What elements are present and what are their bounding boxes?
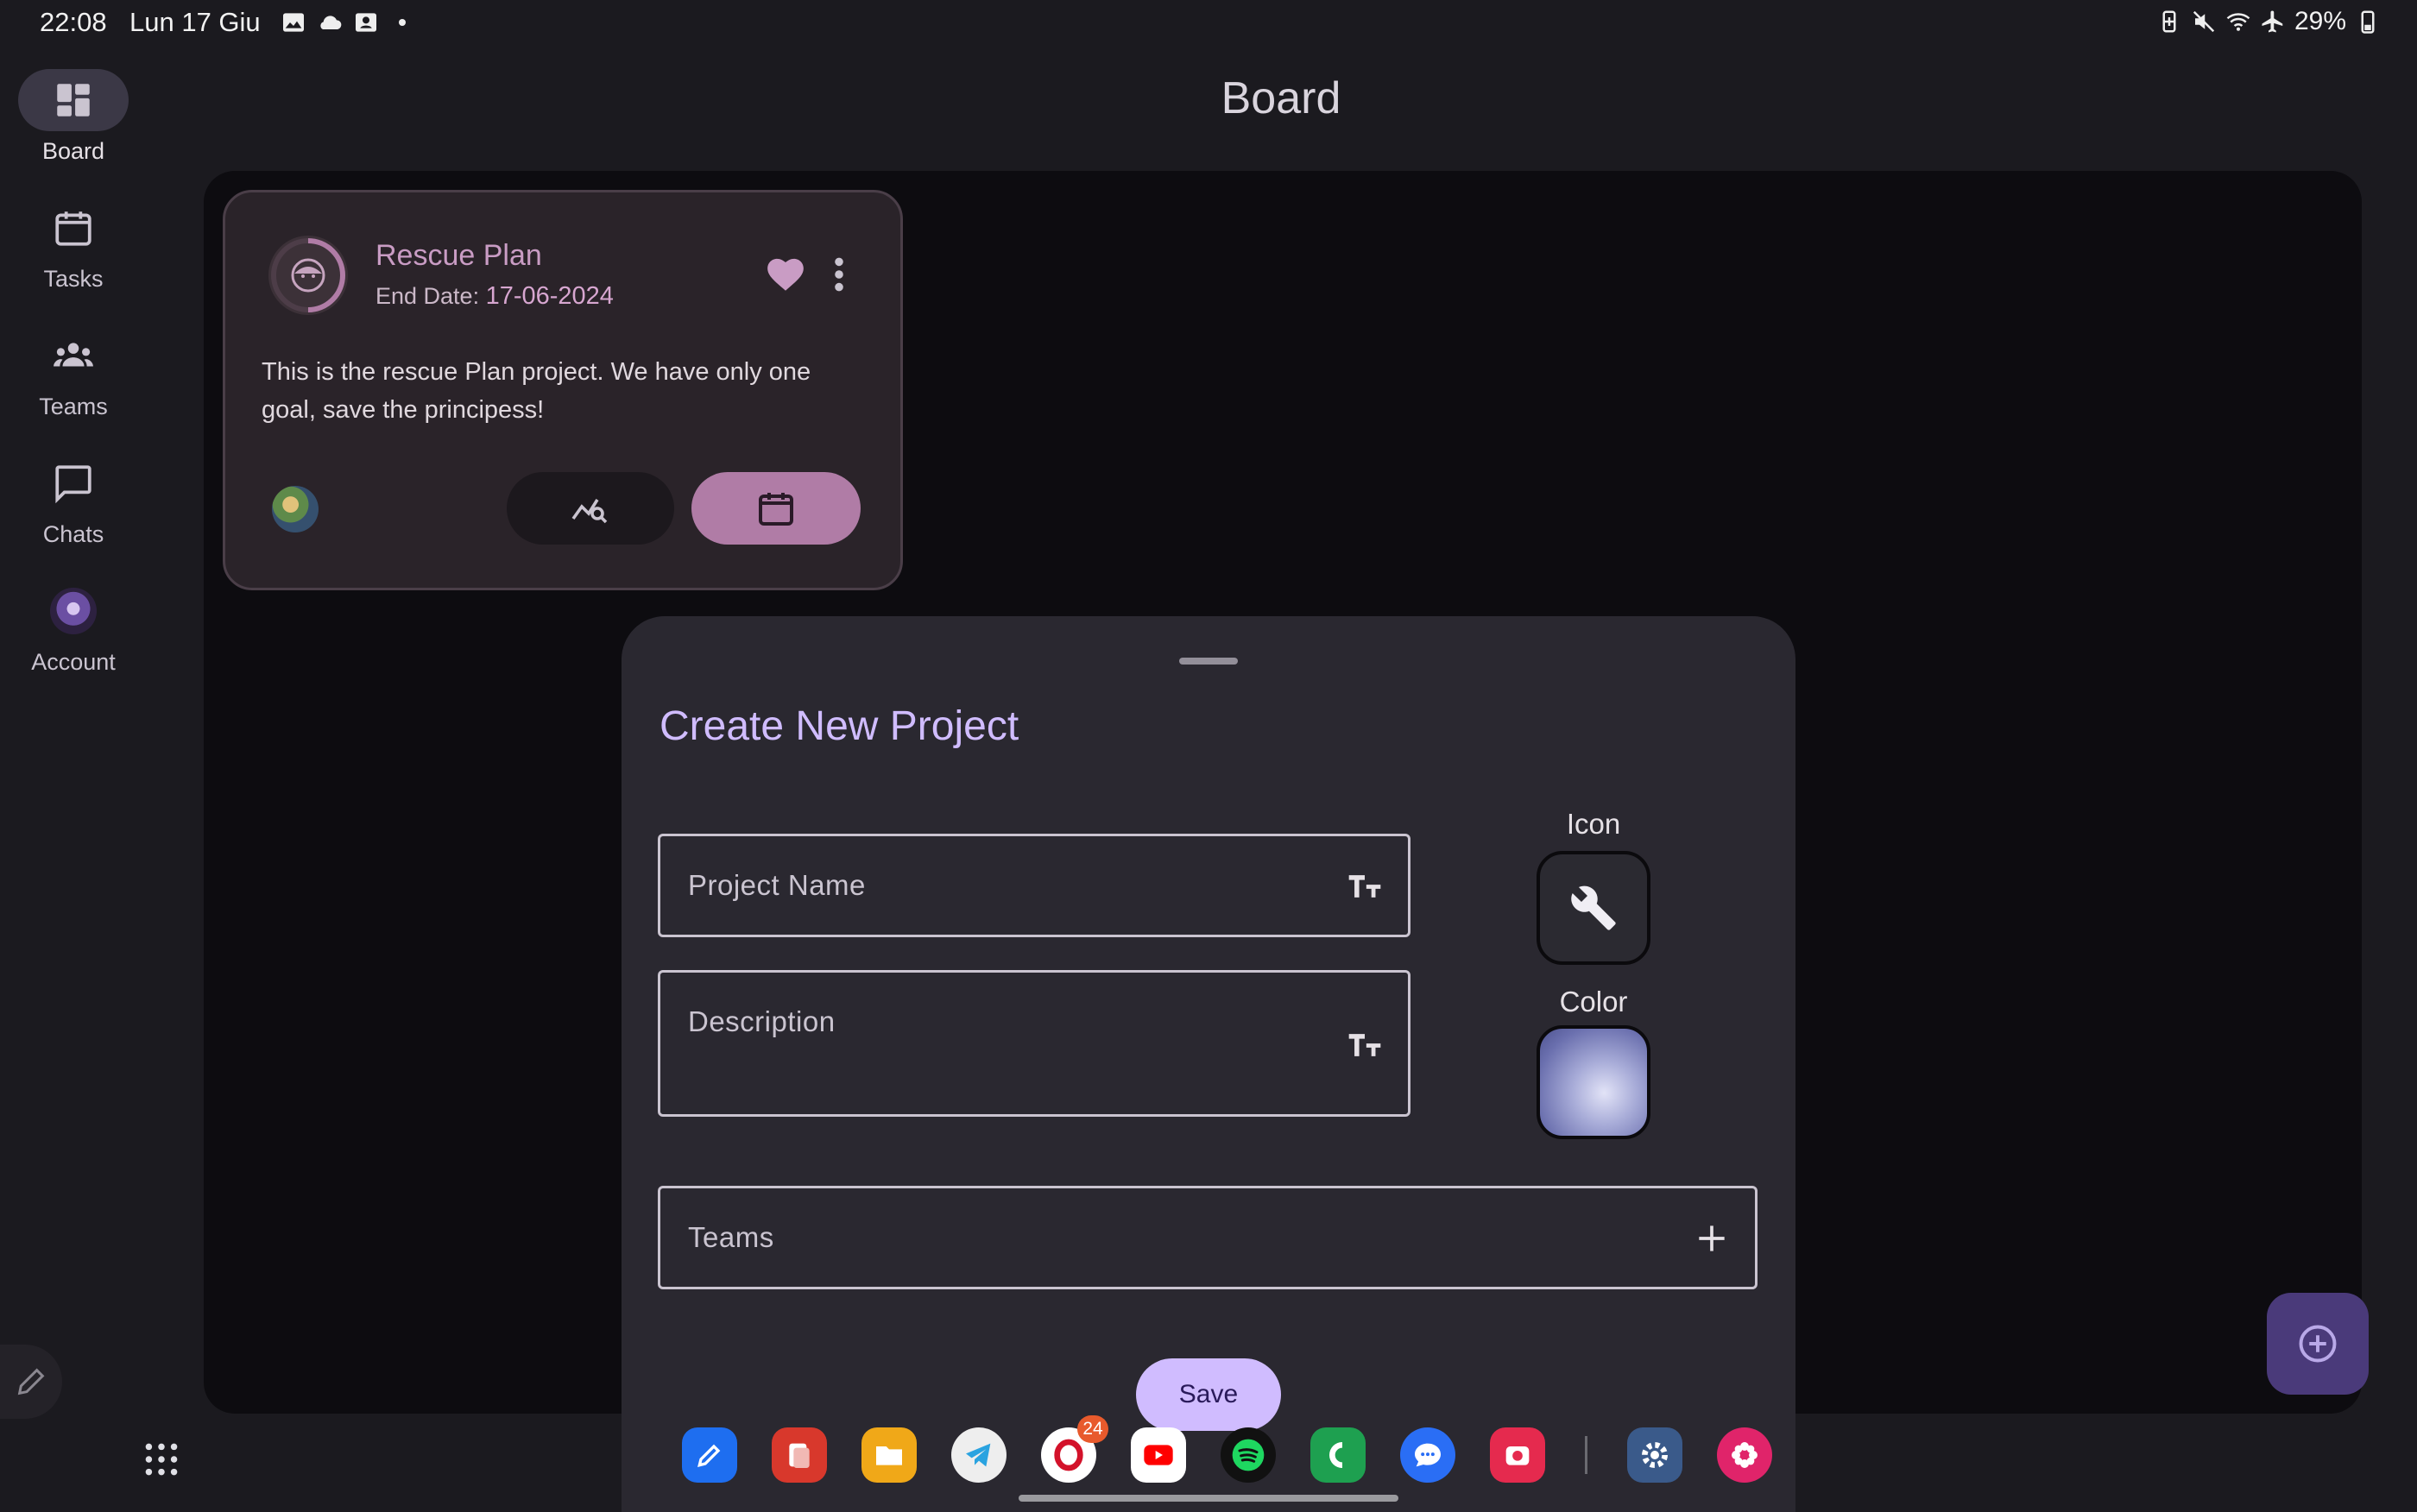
groups-icon xyxy=(54,343,93,367)
description-label: Description xyxy=(688,1005,836,1037)
spotify-icon xyxy=(1232,1439,1265,1471)
drag-handle[interactable] xyxy=(1179,658,1238,665)
calendar-icon xyxy=(55,211,92,246)
folder-icon xyxy=(876,1446,902,1465)
avatar xyxy=(50,588,97,634)
telegram-app-icon[interactable] xyxy=(951,1427,1007,1483)
camera-app-icon[interactable] xyxy=(1490,1427,1545,1483)
chat-bubble-icon xyxy=(1415,1443,1441,1467)
rail-label: Account xyxy=(31,649,116,675)
text-fields-icon xyxy=(1348,1034,1381,1056)
icon-picker-button[interactable] xyxy=(1537,851,1650,965)
rail-pill xyxy=(18,580,129,642)
system-icons: 29% xyxy=(2156,7,2381,36)
home-indicator[interactable] xyxy=(1019,1495,1398,1502)
rail-item-teams[interactable]: Teams xyxy=(0,324,147,420)
notification-icons xyxy=(280,9,416,36)
notification-badge: 24 xyxy=(1077,1415,1108,1443)
paper-plane-icon xyxy=(966,1443,991,1467)
wrench-icon xyxy=(1571,885,1616,930)
rail-label: Tasks xyxy=(43,266,104,292)
phone-icon xyxy=(1328,1442,1342,1468)
battery-percent: 29% xyxy=(2294,7,2346,35)
save-button[interactable]: Save xyxy=(1136,1358,1281,1431)
project-description: This is the rescue Plan project. We have… xyxy=(262,358,811,424)
end-date-value: 17-06-2024 xyxy=(485,282,614,310)
rail-label: Board xyxy=(41,138,105,164)
rail-label: Teams xyxy=(39,394,108,419)
chat-icon xyxy=(55,465,92,504)
analytics-button[interactable] xyxy=(507,472,674,545)
project-name-label: Project Name xyxy=(688,869,866,901)
member-avatar[interactable] xyxy=(272,486,319,532)
rail-pill xyxy=(18,197,129,259)
add-circle-icon xyxy=(2299,1325,2337,1363)
project-card[interactable]: Rescue Plan End Date: 17-06-2024 This is… xyxy=(223,190,903,590)
play-icon xyxy=(1144,1445,1173,1465)
contacts-icon xyxy=(356,13,376,32)
text-fields-icon xyxy=(1348,875,1381,898)
rail-label: Chats xyxy=(42,521,104,547)
more-vert-icon[interactable] xyxy=(830,253,849,296)
description-field[interactable]: Description xyxy=(658,970,1410,1117)
teams-label: Teams xyxy=(688,1221,774,1253)
heart-icon[interactable] xyxy=(764,253,807,296)
query-stats-icon xyxy=(571,499,608,524)
battery-saver-icon xyxy=(2162,10,2176,33)
messages-app-icon[interactable] xyxy=(1400,1427,1455,1483)
files-app-icon[interactable] xyxy=(861,1427,917,1483)
mute-icon xyxy=(2193,10,2215,33)
opera-icon xyxy=(1054,1439,1083,1471)
flashcards-app-icon[interactable] xyxy=(772,1427,827,1483)
calendar-icon xyxy=(759,493,793,526)
app-dock: 24 xyxy=(682,1415,1772,1483)
opera-app-icon[interactable]: 24 xyxy=(1041,1415,1108,1483)
notes-app-icon[interactable] xyxy=(682,1427,737,1483)
gear-icon xyxy=(1642,1442,1668,1468)
color-picker-button[interactable] xyxy=(1537,1025,1650,1139)
end-date-label: End Date: xyxy=(375,283,480,309)
rail-item-tasks[interactable]: Tasks xyxy=(0,197,147,293)
pencil-icon xyxy=(697,1444,721,1467)
page-title: Board xyxy=(1221,73,1341,123)
rail-item-account[interactable]: Account xyxy=(0,580,147,676)
wifi-icon xyxy=(2226,13,2250,31)
airplane-icon xyxy=(2262,10,2283,33)
pencil-icon xyxy=(17,1368,45,1395)
spotify-app-icon[interactable] xyxy=(1221,1427,1276,1483)
rail-item-chats[interactable]: Chats xyxy=(0,452,147,548)
project-name-field[interactable]: Project Name xyxy=(658,834,1410,937)
cloud-icon xyxy=(320,16,342,29)
flower-app-icon[interactable] xyxy=(1717,1427,1772,1483)
project-icon xyxy=(268,236,348,315)
dock-divider xyxy=(1585,1436,1587,1474)
navigation-rail: Board Tasks Teams Chats Account xyxy=(0,52,147,1467)
camera-icon xyxy=(1505,1446,1530,1465)
phone-app-icon[interactable] xyxy=(1310,1427,1366,1483)
dot-icon xyxy=(399,19,406,26)
rail-pill xyxy=(18,324,129,387)
icon-label: Icon xyxy=(1566,808,1621,840)
status-time: 22:08 xyxy=(40,7,107,37)
create-project-sheet: Create New Project Project Name Descript… xyxy=(622,616,1795,1512)
flower-icon xyxy=(1732,1442,1758,1468)
status-date: Lun 17 Giu xyxy=(129,7,261,37)
add-icon[interactable] xyxy=(1693,1219,1731,1257)
settings-app-icon[interactable] xyxy=(1627,1427,1682,1483)
project-title: Rescue Plan xyxy=(375,239,542,272)
rail-pill xyxy=(18,452,129,514)
cards-icon xyxy=(789,1443,810,1468)
teams-field[interactable]: Teams xyxy=(658,1186,1758,1289)
add-project-fab[interactable] xyxy=(2267,1293,2369,1395)
app-drawer-icon[interactable] xyxy=(140,1438,183,1481)
sheet-title: Create New Project xyxy=(659,703,1019,749)
color-label: Color xyxy=(1559,986,1628,1017)
project-end-date: End Date: 17-06-2024 xyxy=(375,282,614,311)
youtube-app-icon[interactable] xyxy=(1131,1427,1186,1483)
image-icon xyxy=(283,13,304,32)
progress-ring-icon xyxy=(271,238,345,312)
calendar-button[interactable] xyxy=(691,472,861,545)
battery-icon xyxy=(2361,10,2375,34)
status-bar: 22:08 Lun 17 Giu 29% xyxy=(0,0,2417,45)
